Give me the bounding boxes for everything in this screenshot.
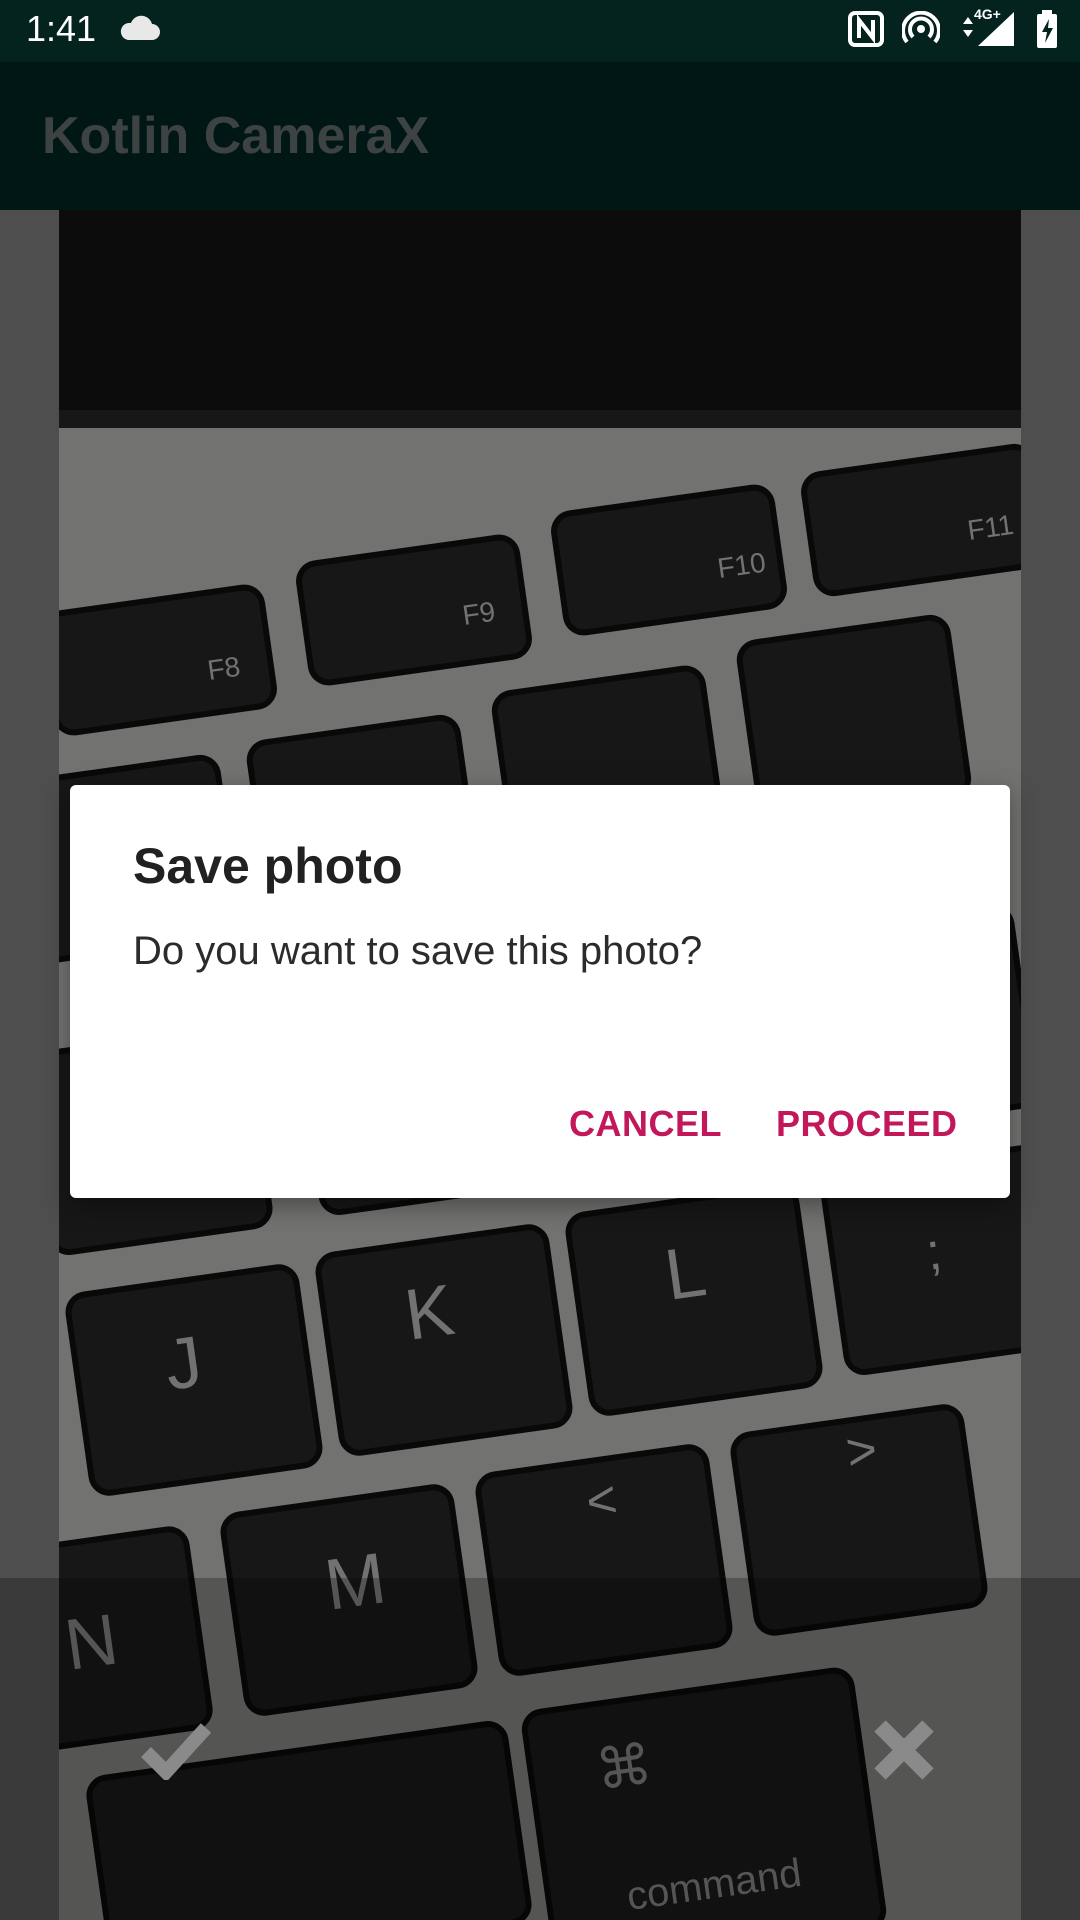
dialog-message: Do you want to save this photo? xyxy=(133,929,703,973)
status-bar: 1:41 4G+ xyxy=(0,0,1080,62)
dialog-title: Save photo xyxy=(133,838,403,894)
signal-icon: 4G+ xyxy=(958,6,1018,53)
close-icon[interactable] xyxy=(864,1710,944,1790)
status-icons: 4G+ xyxy=(848,6,1058,53)
cancel-button[interactable]: CANCEL xyxy=(569,1103,722,1145)
checkmark-icon[interactable] xyxy=(136,1710,216,1790)
status-time: 1:41 xyxy=(26,8,97,49)
proceed-button[interactable]: PROCEED xyxy=(776,1103,958,1145)
battery-charging-icon xyxy=(1036,9,1058,53)
nfc-icon xyxy=(848,10,884,52)
hotspot-icon xyxy=(901,10,941,52)
cloud-icon xyxy=(120,14,160,44)
save-photo-dialog: Save photo Do you want to save this phot… xyxy=(70,785,1010,1198)
network-label: 4G+ xyxy=(974,5,1001,22)
